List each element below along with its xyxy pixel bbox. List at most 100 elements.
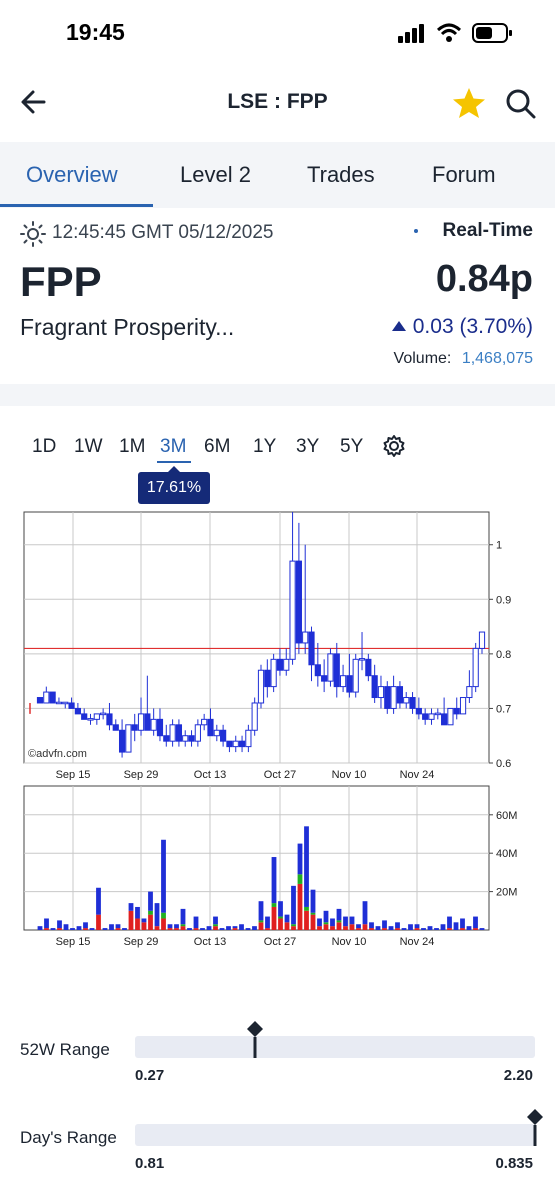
volume-bar-buy: [154, 926, 160, 930]
volume-bar-buy: [128, 910, 134, 930]
candle-body: [137, 713, 145, 731]
volume-bar-buy: [395, 928, 400, 930]
favorite-star-icon[interactable]: [452, 87, 486, 119]
quote-timestamp: 12:45:45 GMT 05/12/2025: [52, 222, 274, 243]
volume-bar-sell: [323, 910, 329, 923]
candle-body: [333, 653, 340, 688]
candle-body: [118, 729, 126, 753]
signal-icon: [398, 24, 424, 43]
volume-bar-sell: [369, 922, 374, 929]
volume-bar-buy: [258, 922, 264, 930]
range-1m[interactable]: 1M: [119, 436, 145, 458]
volume-bar-sell: [109, 924, 114, 930]
volume-bar-sell: [395, 922, 400, 929]
candle-body: [125, 724, 132, 753]
tab-forum[interactable]: Forum: [432, 162, 496, 188]
tab-overview[interactable]: Overview: [26, 162, 118, 188]
volume-bar-buy: [414, 928, 420, 930]
day-range-label: Day's Range: [20, 1128, 117, 1147]
volume-bar-sell: [414, 924, 420, 929]
candle-body: [232, 740, 239, 748]
range-6m[interactable]: 6M: [204, 436, 230, 458]
volume-bar-buy: [447, 928, 452, 930]
volume-bar-sell: [304, 826, 309, 907]
volume-bar-buy: [362, 924, 368, 930]
volume-bar-sell: [135, 906, 140, 919]
volume-bar-sell: [122, 928, 127, 930]
volume-bar-sell: [245, 928, 251, 930]
range-52w-track: [135, 1036, 535, 1058]
candle-body: [93, 713, 100, 720]
volume-bar-unknown: [278, 916, 283, 919]
volume-bar-sell: [89, 928, 95, 930]
price-chart[interactable]: Sep 15 Sep 29 Oct 13 Oct 27 Nov 10 Nov 2410.9…: [0, 505, 555, 780]
chart-watermark: ©advfn.com: [28, 748, 87, 760]
candle-body: [156, 718, 164, 737]
range-3y[interactable]: 3Y: [296, 436, 319, 458]
search-icon[interactable]: [505, 88, 537, 120]
range-1y[interactable]: 1Y: [253, 436, 276, 458]
volume-bar-sell: [434, 928, 439, 930]
volume-bar-sell: [427, 926, 433, 930]
range-active-indicator: [157, 461, 191, 463]
volume-bar-unknown: [304, 906, 309, 911]
volume-y-tick-label: 20M: [496, 887, 517, 899]
range-52w-label: 52W Range: [20, 1040, 110, 1059]
candle-body: [327, 653, 334, 682]
tab-trades[interactable]: Trades: [307, 162, 375, 188]
volume-bar-sell: [356, 924, 361, 929]
candle-body: [434, 712, 441, 716]
volume-chart[interactable]: Sep 15 Sep 29 Oct 13 Oct 27 Nov 10 Nov 24 60M 4…: [0, 778, 555, 950]
volume-bar-sell: [310, 889, 316, 913]
candle-body: [276, 658, 284, 671]
volume-bar-sell: [180, 908, 186, 925]
candle-body: [55, 701, 63, 705]
volume-bar-buy: [356, 928, 361, 930]
candle-body: [314, 664, 321, 677]
volume-bar-sell: [200, 928, 205, 930]
tab-bar: Overview Level 2 Trades Forum: [0, 142, 555, 208]
candle-body: [371, 675, 378, 699]
price-y-tick-label: 1: [496, 540, 502, 552]
volume-bar-buy: [278, 918, 283, 930]
range-3m[interactable]: 3M: [160, 436, 186, 458]
volume-bar-unknown: [297, 874, 303, 884]
candle-body: [62, 701, 69, 705]
tab-level-2[interactable]: Level 2: [180, 162, 251, 188]
day-range-track: [135, 1124, 535, 1146]
volume-bar-buy: [135, 918, 140, 930]
candle-body: [100, 712, 107, 716]
volume-bar-unknown: [180, 924, 186, 927]
volume-bar-buy: [44, 928, 49, 930]
volume-bar-unknown: [148, 910, 153, 915]
candle-body: [226, 740, 233, 748]
volume-bar-sell: [141, 918, 147, 923]
candle-body: [358, 658, 366, 661]
volume-bar-sell: [473, 916, 478, 929]
range-1d[interactable]: 1D: [32, 436, 56, 458]
price-y-tick-label: 0.8: [496, 649, 511, 661]
volume-bar-sell: [44, 918, 49, 929]
range-5y[interactable]: 5Y: [340, 436, 363, 458]
volume-bar-buy: [57, 928, 62, 930]
status-time: 19:45: [66, 19, 125, 45]
candle-body: [308, 631, 315, 666]
company-name: Fragrant Prosperity...: [20, 314, 235, 340]
volume-label: Volume:: [393, 350, 452, 367]
range-1w[interactable]: 1W: [74, 436, 103, 458]
volume-bar-sell: [128, 903, 134, 911]
volume-bar-buy: [174, 928, 179, 930]
candle-body: [422, 713, 429, 720]
settings-gear-icon[interactable]: [382, 434, 406, 458]
candle-body: [441, 713, 448, 726]
candle-body: [415, 707, 422, 715]
volume-bar-sell: [213, 916, 218, 925]
volume-bar-sell: [252, 926, 257, 930]
candle-body: [352, 658, 359, 693]
candle-body: [396, 686, 404, 704]
volume-bar-sell: [265, 916, 270, 929]
volume-bar-buy: [167, 928, 173, 930]
volume-x-tick-label: Nov 10: [332, 936, 367, 948]
status-bar: 19:45: [0, 0, 555, 66]
volume-bar-buy: [83, 928, 88, 930]
